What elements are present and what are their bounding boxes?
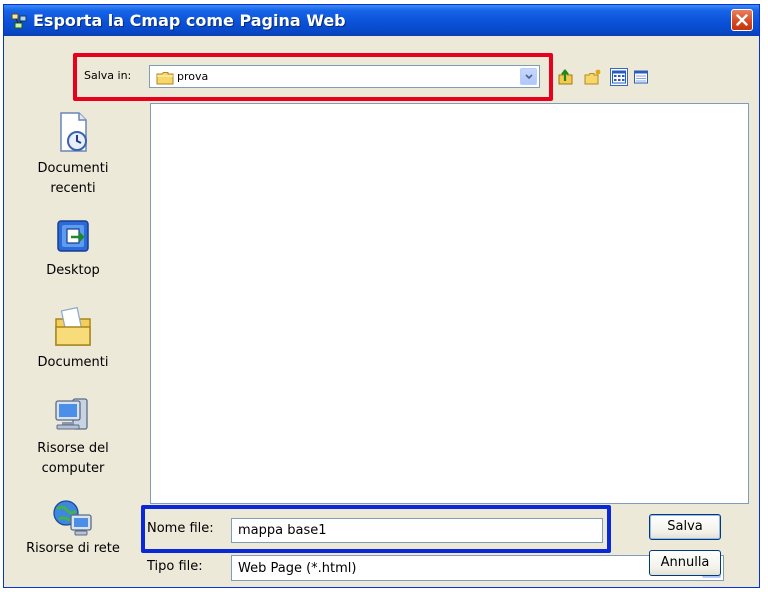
details-view-icon <box>634 70 648 84</box>
up-folder-icon <box>558 69 573 85</box>
place-label-line2: computer <box>41 461 105 476</box>
place-network[interactable]: Risorse di rete <box>4 499 142 559</box>
file-type-label: Tipo file: <box>147 559 203 574</box>
close-icon <box>736 14 748 26</box>
desktop-icon <box>57 220 89 252</box>
recent-documents-icon <box>60 112 87 152</box>
details-view-button[interactable] <box>632 68 650 86</box>
new-folder-button[interactable] <box>584 68 602 86</box>
places-bar: Documenti recenti Desktop Documenti Riso… <box>4 105 142 575</box>
place-my-documents[interactable]: Documenti <box>4 305 142 373</box>
file-list[interactable] <box>150 103 749 504</box>
new-folder-icon <box>584 69 601 85</box>
file-type-value: Web Page (*.html) <box>238 561 357 576</box>
place-label-line2: recenti <box>50 181 96 196</box>
place-label-line1: Documenti <box>37 355 109 370</box>
title-bar[interactable]: Esporta la Cmap come Pagina Web <box>4 5 759 36</box>
place-desktop[interactable]: Desktop <box>4 217 142 281</box>
place-label-line1: Risorse di rete <box>26 541 120 556</box>
window-title: Esporta la Cmap come Pagina Web <box>33 11 346 30</box>
list-view-button[interactable] <box>610 68 628 86</box>
look-in-highlight <box>73 53 553 101</box>
file-name-highlight <box>141 505 611 553</box>
place-recent-documents[interactable]: Documenti recenti <box>4 111 142 199</box>
network-icon <box>53 500 92 536</box>
my-documents-icon <box>55 306 91 346</box>
my-computer-icon <box>55 398 88 430</box>
place-my-computer[interactable]: Risorse del computer <box>4 395 142 479</box>
save-button[interactable]: Salva <box>649 514 721 540</box>
place-label-line1: Risorse del <box>37 441 109 456</box>
cmap-app-icon <box>11 13 27 29</box>
cancel-button[interactable]: Annulla <box>649 550 721 576</box>
export-dialog: Esporta la Cmap come Pagina Web Salva in… <box>3 4 760 588</box>
place-label-line1: Documenti <box>37 161 109 176</box>
close-button[interactable] <box>731 9 753 31</box>
place-label-line1: Desktop <box>46 263 100 278</box>
list-view-icon <box>612 70 626 84</box>
up-folder-button[interactable] <box>557 68 575 86</box>
